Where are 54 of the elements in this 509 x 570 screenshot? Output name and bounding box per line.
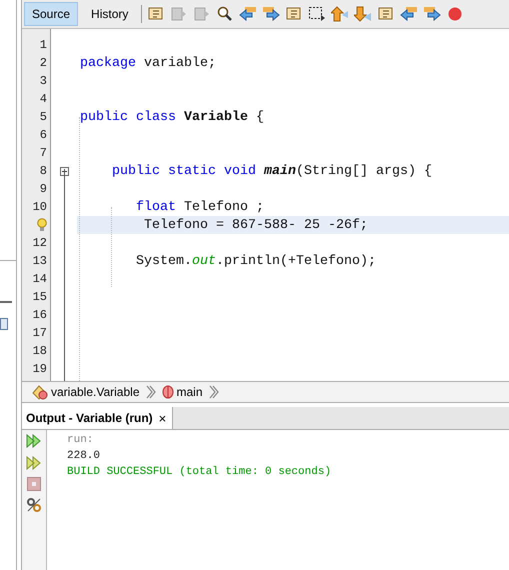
chevron-icon [146, 385, 156, 399]
line-number: 12 [32, 236, 47, 250]
line-number: 16 [32, 308, 47, 322]
code-line: Telefono = 867-588- 25 -26f; [142, 218, 368, 232]
code-line: public class Variable { [80, 110, 264, 124]
previous-icon[interactable] [239, 6, 258, 22]
rerun-icon[interactable] [26, 433, 42, 449]
output-line: 228.0 [67, 450, 102, 464]
shift-down-icon[interactable] [354, 6, 372, 22]
unindent-icon[interactable] [400, 6, 418, 22]
chevron-icon [208, 385, 219, 399]
method-icon [162, 385, 174, 399]
shift-up-icon[interactable] [331, 6, 350, 22]
line-number: 8 [40, 164, 47, 178]
selection-icon[interactable] [308, 6, 326, 22]
line-number: 2 [40, 56, 47, 70]
next-icon[interactable] [262, 6, 280, 22]
window-icon[interactable] [0, 318, 8, 330]
code-line: float Telefono ; [134, 200, 264, 214]
breadcrumb[interactable]: main [162, 385, 203, 399]
stop-icon[interactable] [27, 477, 41, 491]
line-number: 6 [40, 128, 47, 142]
line-number: 19 [32, 362, 47, 376]
output-line: BUILD SUCCESSFUL (total time: 0 seconds) [67, 466, 332, 480]
line-number: 4 [40, 92, 47, 106]
line-number: 7 [40, 146, 47, 160]
editor-tab[interactable]: Source [24, 2, 78, 26]
class-icon [32, 384, 48, 400]
line-number: 5 [40, 110, 47, 124]
output-tab-title: Output - Variable (run) [26, 411, 153, 425]
line-number: 3 [40, 74, 47, 88]
line-number: 14 [32, 272, 47, 286]
line-number: 17 [32, 326, 47, 340]
line-number: 9 [40, 182, 47, 196]
breadcrumb[interactable]: variable.Variable [32, 384, 140, 400]
code-line: System.out.println(+Telefono); [134, 254, 376, 268]
rerun-icon[interactable] [26, 455, 42, 471]
editor-tab[interactable]: History [83, 2, 136, 26]
line-number: 10 [32, 200, 47, 214]
code-line: package variable; [80, 56, 216, 70]
output-tab[interactable]: Output - Variable (run) × [22, 407, 174, 429]
indent-icon[interactable] [423, 6, 442, 22]
line-number: 15 [32, 290, 47, 304]
record-icon[interactable] [446, 6, 464, 22]
code-line: public static void main(String[] args) { [110, 164, 432, 178]
lightbulb-icon[interactable] [37, 218, 47, 232]
line-number: 13 [32, 254, 47, 268]
line-number: 1 [40, 38, 47, 52]
search-icon[interactable] [216, 6, 234, 22]
settings-icon[interactable] [26, 497, 42, 513]
minimize-icon[interactable] [0, 300, 12, 304]
close-button[interactable]: × [158, 410, 166, 426]
line-number: 18 [32, 344, 47, 358]
output-line: run: [67, 434, 94, 448]
